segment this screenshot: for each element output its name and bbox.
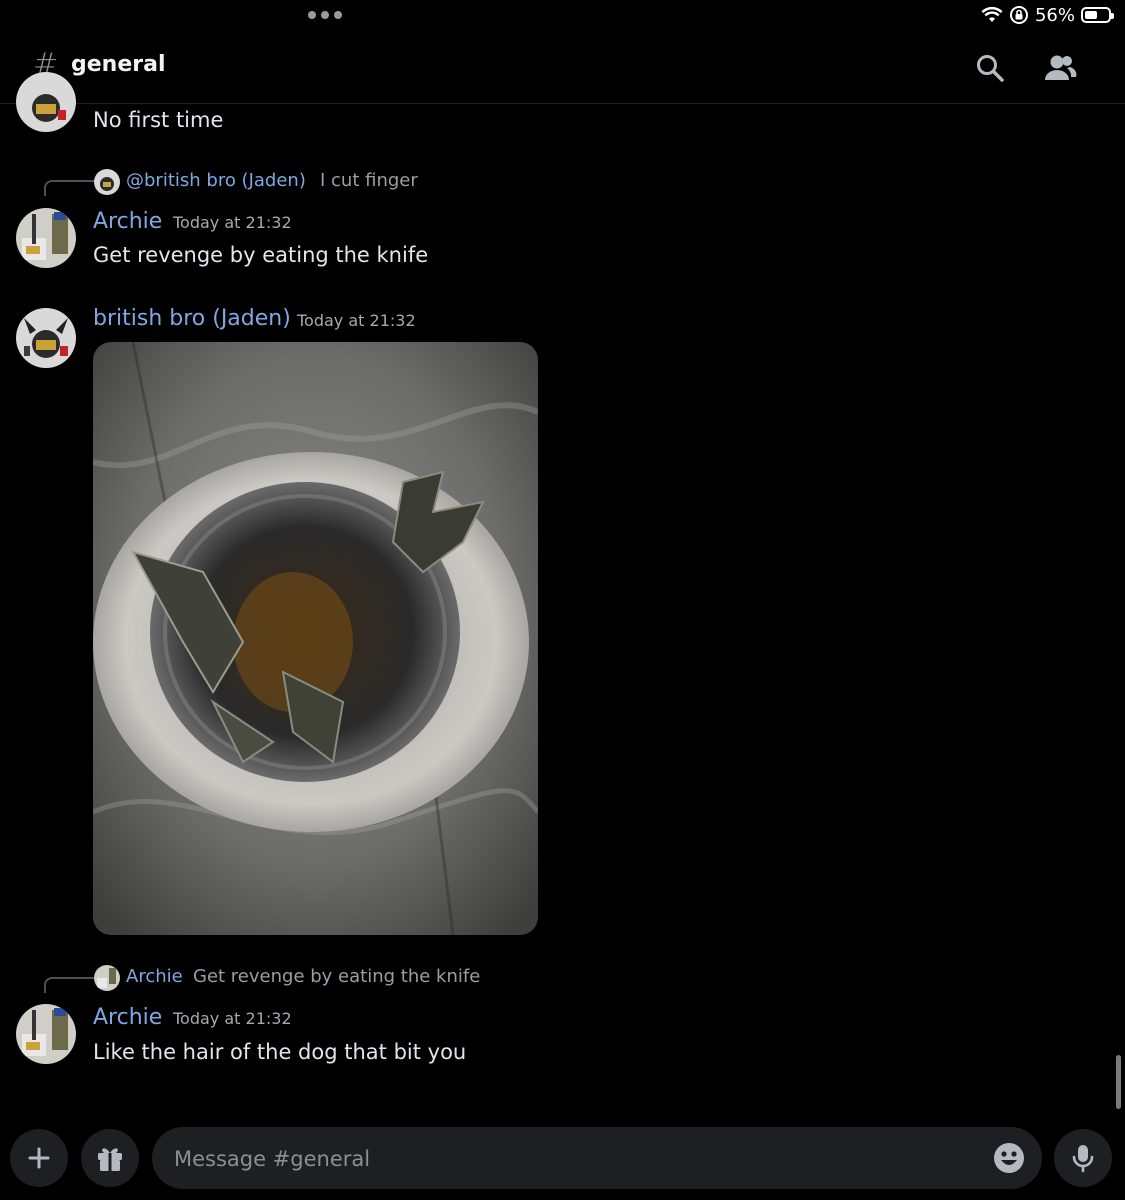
- gift-icon: [98, 1148, 122, 1171]
- status-bar: 56%: [0, 0, 1125, 34]
- reply-preview-text[interactable]: I cut finger: [320, 170, 418, 191]
- status-indicators: 56%: [981, 4, 1114, 26]
- message-text: Like the hair of the dog that bit you: [93, 1040, 467, 1064]
- message-input-container[interactable]: [152, 1127, 1042, 1191]
- gift-button[interactable]: [81, 1129, 139, 1187]
- avatar-jaden[interactable]: [16, 308, 76, 368]
- orientation-lock-icon: [1009, 6, 1028, 24]
- message-text: Get revenge by eating the knife: [93, 243, 429, 267]
- search-icon: [977, 55, 1004, 82]
- emoji-icon: [994, 1143, 1024, 1173]
- reply-avatar: [94, 965, 120, 991]
- message-text: No first time: [93, 108, 224, 132]
- avatar-archie[interactable]: [16, 208, 76, 268]
- wifi-icon: [981, 6, 1003, 22]
- avatar-archie[interactable]: [16, 1004, 76, 1064]
- battery-percent: 56%: [1034, 4, 1075, 26]
- avatar-jaden[interactable]: [16, 72, 76, 132]
- attach-button[interactable]: [10, 1129, 68, 1187]
- reply-preview-text[interactable]: Get revenge by eating the knife: [193, 966, 480, 987]
- reply-author[interactable]: @british bro (Jaden): [126, 170, 306, 191]
- image-attachment[interactable]: [93, 342, 538, 935]
- members-icon: [1045, 55, 1077, 80]
- emoji-button[interactable]: [992, 1141, 1026, 1179]
- message-timestamp: Today at 21:32: [173, 213, 292, 232]
- reply-avatar: [94, 169, 120, 195]
- battery-icon: [1081, 7, 1114, 23]
- channel-header: # general: [0, 34, 1125, 104]
- message-timestamp: Today at 21:32: [297, 311, 416, 330]
- message-author[interactable]: Archie: [93, 209, 162, 234]
- message-timestamp: Today at 21:32: [173, 1009, 292, 1028]
- reply-author[interactable]: Archie: [126, 966, 183, 987]
- message-input[interactable]: [172, 1127, 976, 1191]
- message-author[interactable]: Archie: [93, 1005, 162, 1030]
- multitask-dots[interactable]: [308, 11, 342, 19]
- channel-name[interactable]: general: [71, 52, 166, 77]
- reply-connector: [44, 180, 94, 196]
- plus-icon: [28, 1147, 50, 1169]
- message-author[interactable]: british bro (Jaden): [93, 306, 291, 331]
- voice-message-button[interactable]: [1054, 1129, 1112, 1187]
- chat-scrollbar[interactable]: [1116, 1055, 1121, 1109]
- member-list-button[interactable]: [1040, 48, 1080, 88]
- search-button[interactable]: [970, 48, 1010, 88]
- microphone-icon: [1072, 1145, 1094, 1173]
- reply-connector: [44, 977, 94, 993]
